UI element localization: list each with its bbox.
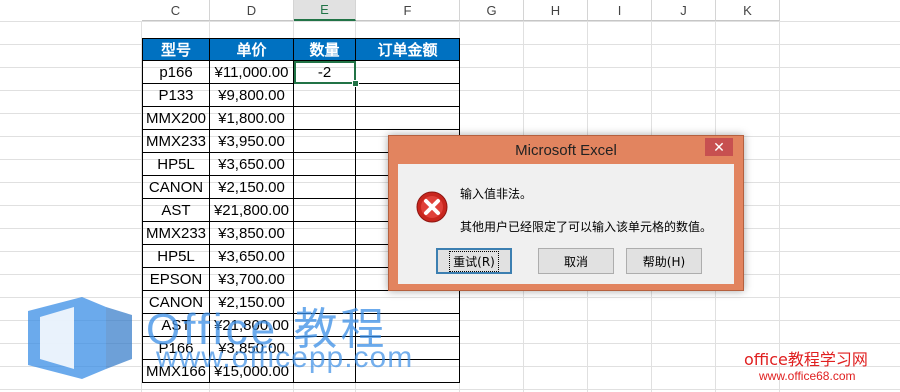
- table-cell[interactable]: [294, 222, 356, 245]
- column-header-c[interactable]: C: [142, 0, 210, 21]
- table-cell[interactable]: [294, 176, 356, 199]
- table-cell[interactable]: ¥9,800.00: [210, 84, 294, 107]
- table-header-cell[interactable]: 订单金额: [356, 38, 460, 61]
- gridline-vertical: [779, 21, 780, 392]
- table-cell[interactable]: EPSON: [142, 268, 210, 291]
- table-cell[interactable]: [356, 84, 460, 107]
- table-cell[interactable]: [294, 268, 356, 291]
- table-cell[interactable]: MMX233: [142, 222, 210, 245]
- dialog-close-button[interactable]: ✕: [705, 138, 733, 156]
- dialog-title: Microsoft Excel: [515, 142, 617, 159]
- help-button[interactable]: 帮助(H): [626, 248, 702, 274]
- column-header-k[interactable]: K: [716, 0, 780, 21]
- column-header-j[interactable]: J: [652, 0, 716, 21]
- dialog-message-primary: 输入值非法。: [460, 187, 533, 201]
- table-cell[interactable]: [294, 84, 356, 107]
- dialog-message-detail: 其他用户已经限定了可以输入该单元格的数值。: [460, 220, 713, 234]
- column-header-d[interactable]: D: [210, 0, 294, 21]
- column-header-g[interactable]: G: [460, 0, 524, 21]
- table-cell[interactable]: ¥3,650.00: [210, 153, 294, 176]
- table-cell[interactable]: p166: [142, 61, 210, 84]
- watermark-officepp: Office 教程 www.officepp.com: [10, 289, 450, 381]
- table-cell[interactable]: [294, 245, 356, 268]
- cancel-button[interactable]: 取消: [538, 248, 614, 274]
- site-watermark-url: www.office68.com: [759, 369, 856, 383]
- gridline-horizontal: [0, 21, 900, 22]
- dialog-body: 输入值非法。 其他用户已经限定了可以输入该单元格的数值。 重试(R) 取消 帮助…: [398, 164, 734, 284]
- table-cell[interactable]: [294, 153, 356, 176]
- retry-button[interactable]: 重试(R): [436, 248, 512, 274]
- table-cell[interactable]: ¥3,650.00: [210, 245, 294, 268]
- table-cell[interactable]: ¥11,000.00: [210, 61, 294, 84]
- retry-button-label: 重试(R): [449, 250, 499, 272]
- table-cell[interactable]: CANON: [142, 176, 210, 199]
- table-cell[interactable]: MMX200: [142, 107, 210, 130]
- table-header-cell[interactable]: 型号: [142, 38, 210, 61]
- table-cell[interactable]: ¥3,700.00: [210, 268, 294, 291]
- office-logo-icon: [28, 297, 132, 379]
- table-cell[interactable]: HP5L: [142, 153, 210, 176]
- table-cell[interactable]: ¥21,800.00: [210, 199, 294, 222]
- table-cell[interactable]: [294, 130, 356, 153]
- column-header-e[interactable]: E: [294, 0, 356, 21]
- active-cell[interactable]: -2: [294, 61, 356, 84]
- fill-handle[interactable]: [352, 80, 359, 87]
- table-cell[interactable]: MMX233: [142, 130, 210, 153]
- table-cell[interactable]: [356, 107, 460, 130]
- table-cell[interactable]: [356, 61, 460, 84]
- table-cell[interactable]: AST: [142, 199, 210, 222]
- watermark-url: www.officepp.com: [156, 341, 414, 374]
- table-cell[interactable]: ¥3,950.00: [210, 130, 294, 153]
- column-header-i[interactable]: I: [588, 0, 652, 21]
- error-icon: [416, 191, 448, 223]
- error-dialog: Microsoft Excel ✕ 输入值非法。 其他用户已经限定了可以输入该单…: [388, 135, 744, 291]
- table-cell[interactable]: [294, 199, 356, 222]
- gridline-horizontal: [0, 389, 900, 390]
- column-header-f[interactable]: F: [356, 0, 460, 21]
- table-header-cell[interactable]: 数量: [294, 38, 356, 61]
- site-watermark-title: office教程学习网: [744, 350, 868, 369]
- table-cell[interactable]: ¥2,150.00: [210, 176, 294, 199]
- column-header-h[interactable]: H: [524, 0, 588, 21]
- table-cell[interactable]: ¥1,800.00: [210, 107, 294, 130]
- table-cell[interactable]: P133: [142, 84, 210, 107]
- table-cell[interactable]: HP5L: [142, 245, 210, 268]
- table-cell[interactable]: ¥3,850.00: [210, 222, 294, 245]
- table-cell[interactable]: [294, 107, 356, 130]
- table-header-cell[interactable]: 单价: [210, 38, 294, 61]
